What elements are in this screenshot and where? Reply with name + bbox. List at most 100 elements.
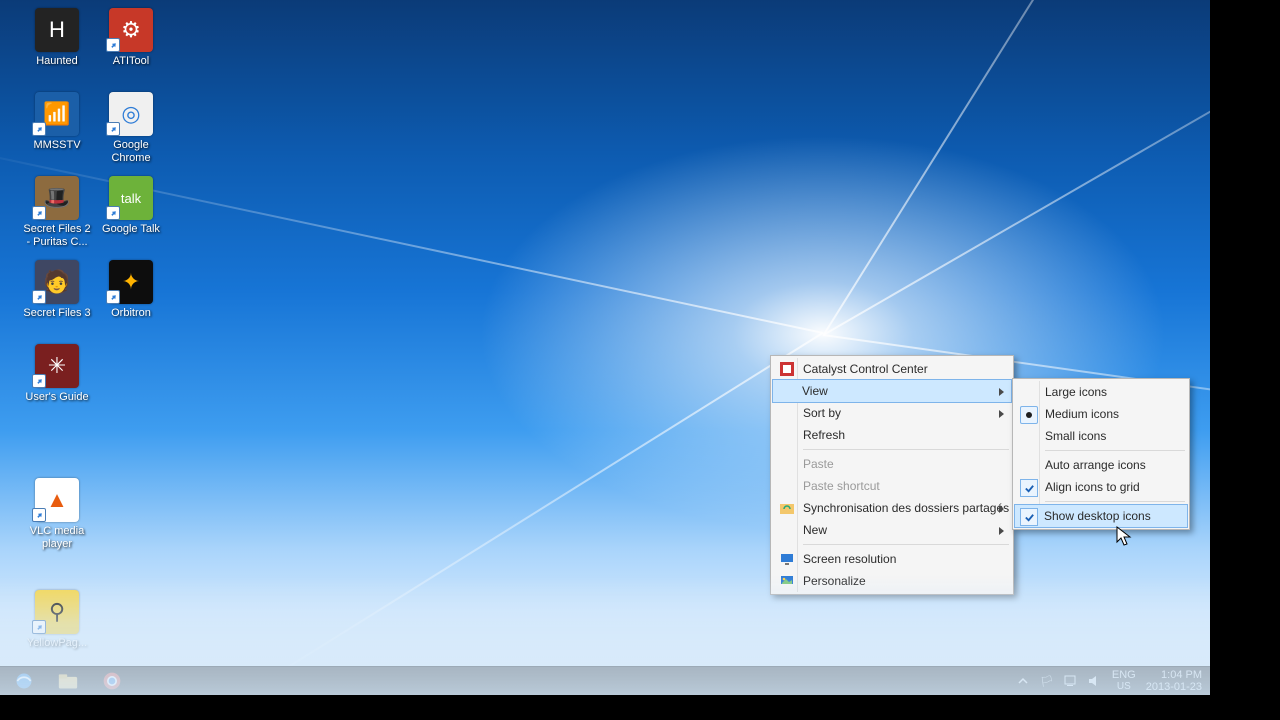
tray-action-center-icon[interactable]: 🏳 xyxy=(1040,674,1054,688)
ctx-item-view[interactable]: View xyxy=(772,379,1012,403)
language-primary: ENG xyxy=(1112,670,1136,681)
ctx-item-pastesc: Paste shortcut xyxy=(773,475,1011,497)
view-item-large[interactable]: Large icons xyxy=(1015,381,1187,403)
personalize-icon xyxy=(779,573,795,589)
menu-item-label: Personalize xyxy=(803,574,866,588)
menu-item-label: Catalyst Control Center xyxy=(803,362,928,376)
menu-item-label: Synchronisation des dossiers partagés xyxy=(803,501,1009,515)
desktop-icon-secretfiles2[interactable]: 🎩Secret Files 2 - Puritas C... xyxy=(22,176,92,249)
menu-item-label: Refresh xyxy=(803,428,845,442)
desktop-icon-chrome[interactable]: ◎Google Chrome xyxy=(96,92,166,165)
desktop-icon-mmsstv[interactable]: 📶MMSSTV xyxy=(22,92,92,152)
ctx-item-screenres[interactable]: Screen resolution xyxy=(773,548,1011,570)
shortcut-arrow-icon xyxy=(32,508,46,522)
ctx-item-ccc[interactable]: Catalyst Control Center xyxy=(773,358,1011,380)
desktop-icon-usersguide[interactable]: ✳User's Guide xyxy=(22,344,92,404)
ctx-item-sortby[interactable]: Sort by xyxy=(773,402,1011,424)
screen-icon xyxy=(779,551,795,567)
ctx-item-separator xyxy=(803,449,1009,450)
menu-item-label: View xyxy=(802,384,828,398)
shortcut-arrow-icon xyxy=(106,206,120,220)
tray-language[interactable]: ENG US xyxy=(1112,670,1136,692)
ctx-item-refresh[interactable]: Refresh xyxy=(773,424,1011,446)
desktop-icon-label: Secret Files 3 xyxy=(22,307,92,320)
radio-dot-icon xyxy=(1020,406,1038,424)
ctx-item-new[interactable]: New xyxy=(773,519,1011,541)
desktop-icon-label: MMSSTV xyxy=(22,139,92,152)
menu-item-label: New xyxy=(803,523,827,537)
desktop-icon-label: Google Chrome xyxy=(96,139,166,165)
menu-item-label: Paste xyxy=(803,457,834,471)
desktop-icon-label: User's Guide xyxy=(22,391,92,404)
menu-item-label: Show desktop icons xyxy=(1044,509,1151,523)
checkmark-icon xyxy=(1020,508,1038,526)
submenu-arrow-icon xyxy=(997,386,1005,400)
taskbar-pinned-ie-icon[interactable] xyxy=(6,669,42,693)
menu-item-label: Medium icons xyxy=(1045,407,1119,421)
menu-item-label: Auto arrange icons xyxy=(1045,458,1146,472)
desktop-context-menu[interactable]: Catalyst Control Center View Sort by Refres… xyxy=(770,355,1014,595)
sunray xyxy=(823,0,1210,335)
view-item-separator xyxy=(1045,501,1185,502)
ctx-item-personalize[interactable]: Personalize xyxy=(773,570,1011,592)
tray-clock[interactable]: 1:04 PM 2013-01-23 xyxy=(1146,669,1202,693)
menu-item-label: Align icons to grid xyxy=(1045,480,1140,494)
sunray xyxy=(823,0,1210,335)
tray-chevron-up-icon[interactable] xyxy=(1016,674,1030,688)
language-secondary: US xyxy=(1112,681,1136,692)
haunted-icon: H xyxy=(35,8,79,52)
checkmark-icon xyxy=(1020,479,1038,497)
shortcut-arrow-icon xyxy=(32,374,46,388)
desktop-icon-orbitron[interactable]: ✦Orbitron xyxy=(96,260,166,320)
submenu-arrow-icon xyxy=(997,503,1005,517)
desktop-icon-yellowpages[interactable]: ⚲YellowPag... xyxy=(22,590,92,650)
shortcut-arrow-icon xyxy=(32,290,46,304)
ctx-item-separator xyxy=(803,544,1009,545)
desktop-icon-label: Secret Files 2 - Puritas C... xyxy=(22,223,92,249)
view-item-small[interactable]: Small icons xyxy=(1015,425,1187,447)
desktop-icon-label: VLC media player xyxy=(22,525,92,551)
clock-time: 1:04 PM xyxy=(1146,669,1202,681)
submenu-arrow-icon xyxy=(997,525,1005,539)
sync-icon xyxy=(779,500,795,516)
menu-item-label: Paste shortcut xyxy=(803,479,880,493)
shortcut-arrow-icon xyxy=(32,122,46,136)
taskbar[interactable]: 🏳 ENG US 1:04 PM 2013-01-23 xyxy=(0,666,1210,695)
clock-date: 2013-01-23 xyxy=(1146,681,1202,693)
desktop-icon-haunted[interactable]: H Haunted xyxy=(22,8,92,68)
view-item-autoarrange[interactable]: Auto arrange icons xyxy=(1015,454,1187,476)
shortcut-arrow-icon xyxy=(106,290,120,304)
tray-volume-icon[interactable] xyxy=(1088,674,1102,688)
ctx-item-paste: Paste xyxy=(773,453,1011,475)
view-item-medium[interactable]: Medium icons xyxy=(1015,403,1187,425)
desktop[interactable]: H Haunted ⚙ATITool📶MMSSTV◎Google Chrome🎩Se… xyxy=(0,0,1210,695)
shortcut-arrow-icon xyxy=(32,206,46,220)
desktop-icon-atitool[interactable]: ⚙ATITool xyxy=(96,8,166,68)
ctx-item-sync[interactable]: Synchronisation des dossiers partagés xyxy=(773,497,1011,519)
desktop-icon-label: ATITool xyxy=(96,55,166,68)
shortcut-arrow-icon xyxy=(106,38,120,52)
menu-item-label: Sort by xyxy=(803,406,841,420)
menu-item-label: Large icons xyxy=(1045,385,1107,399)
desktop-icon-vlc[interactable]: ▲VLC media player xyxy=(22,478,92,551)
submenu-arrow-icon xyxy=(997,408,1005,422)
desktop-icon-label: Google Talk xyxy=(96,223,166,236)
menu-item-label: Small icons xyxy=(1045,429,1106,443)
view-submenu[interactable]: Large icons Medium icons Small icons Auto a… xyxy=(1012,378,1190,530)
sunray xyxy=(58,332,822,695)
tray-network-icon[interactable] xyxy=(1064,674,1078,688)
shortcut-arrow-icon xyxy=(106,122,120,136)
menu-item-label: Screen resolution xyxy=(803,552,896,566)
desktop-icon-gtalk[interactable]: talkGoogle Talk xyxy=(96,176,166,236)
view-item-aligngrid[interactable]: Align icons to grid xyxy=(1015,476,1187,498)
desktop-icon-label: YellowPag... xyxy=(22,637,92,650)
view-item-separator xyxy=(1045,450,1185,451)
desktop-icon-secretfiles3[interactable]: 🧑Secret Files 3 xyxy=(22,260,92,320)
desktop-icon-label: Haunted xyxy=(22,55,92,68)
view-item-showicons[interactable]: Show desktop icons xyxy=(1014,504,1188,528)
taskbar-pinned-explorer-icon[interactable] xyxy=(50,669,86,693)
desktop-icon-label: Orbitron xyxy=(96,307,166,320)
taskbar-pinned-chrome-icon[interactable] xyxy=(94,669,130,693)
shortcut-arrow-icon xyxy=(32,620,46,634)
ccc-icon xyxy=(779,361,795,377)
